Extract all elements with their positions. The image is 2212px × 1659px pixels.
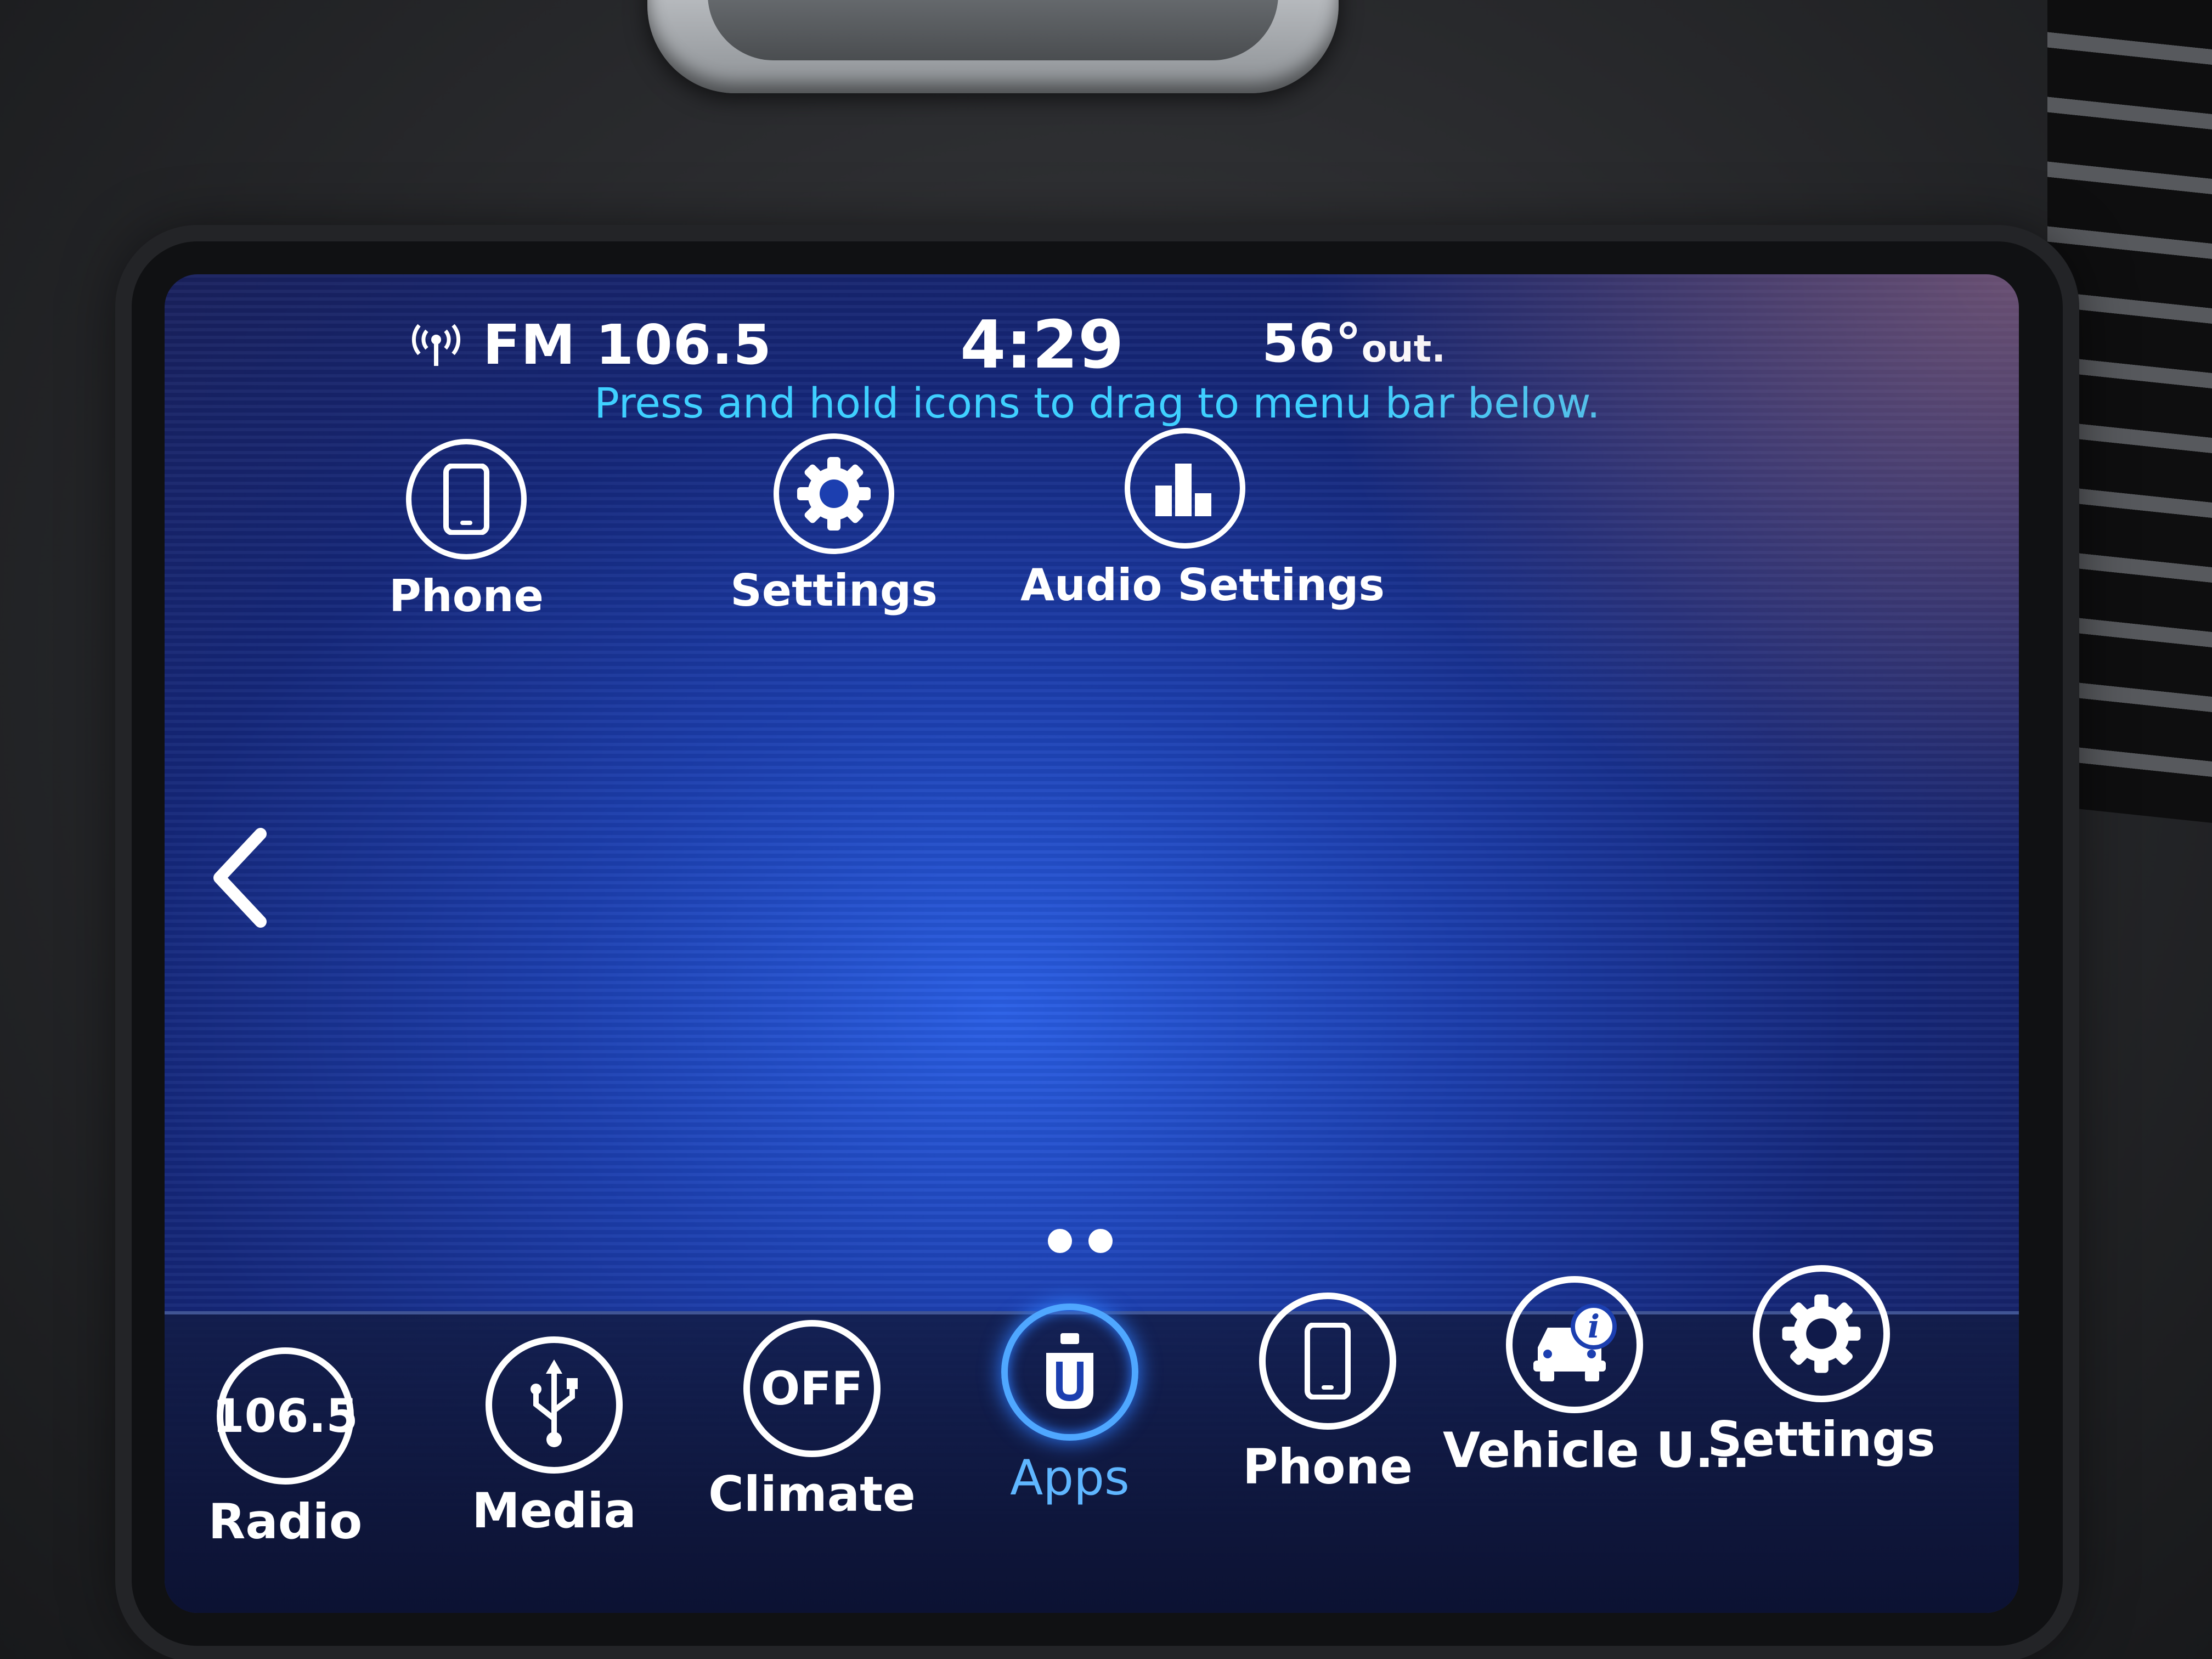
phone-icon <box>1259 1293 1396 1430</box>
antenna-icon <box>411 324 461 366</box>
menu-phone[interactable]: Phone <box>1196 1293 1459 1495</box>
menu-label: Climate <box>708 1466 916 1522</box>
menu-apps[interactable]: Apps <box>938 1304 1201 1506</box>
page-dot[interactable] <box>1088 1229 1113 1253</box>
menu-label: Media <box>472 1482 636 1539</box>
menu-label: Phone <box>1243 1438 1413 1495</box>
gear-icon <box>1753 1265 1890 1402</box>
menu-vehicle-info[interactable]: i Vehicle U... <box>1443 1276 1751 1479</box>
climate-icon: OFF <box>743 1320 881 1457</box>
radio-icon-text: 106.5 <box>212 1389 358 1443</box>
radio-icon: 106.5 <box>212 1347 358 1485</box>
air-vent <box>2047 0 2212 823</box>
menu-climate[interactable]: OFF Climate <box>680 1320 944 1522</box>
temperature-suffix: out. <box>1361 328 1446 371</box>
climate-icon-text: OFF <box>760 1362 864 1415</box>
vehicle-info-icon: i <box>1506 1276 1643 1413</box>
menu-label: Radio <box>208 1493 363 1550</box>
app-label: Settings <box>730 565 938 616</box>
infotainment-screen: FM 106.5 4:29 56°out. Press and hold ico… <box>165 274 2019 1613</box>
phone-icon <box>406 439 527 560</box>
app-audio-settings[interactable]: Audio Settings <box>1020 428 1385 611</box>
chevron-left-icon[interactable] <box>203 823 274 933</box>
app-label: Audio Settings <box>1020 560 1385 611</box>
menu-radio[interactable]: 106.5 Radio <box>165 1347 417 1550</box>
menu-bar: 106.5 Radio Media OFF Climate Apps Phone… <box>165 1265 2019 1613</box>
menu-label: Settings <box>1707 1411 1936 1468</box>
usb-icon <box>486 1336 623 1474</box>
radio-station-label: FM 106.5 <box>483 313 772 377</box>
menu-label: Vehicle U... <box>1443 1422 1751 1479</box>
dash-trim-inner <box>708 0 1278 60</box>
app-label: Phone <box>389 571 544 622</box>
menu-media[interactable]: Media <box>422 1336 686 1539</box>
gear-icon <box>774 433 894 554</box>
drag-hint: Press and hold icons to drag to menu bar… <box>594 379 1600 427</box>
audio-settings-icon <box>1125 428 1245 549</box>
clock: 4:29 <box>960 307 1124 383</box>
radio-status[interactable]: FM 106.5 <box>411 313 772 377</box>
apps-icon <box>1001 1304 1138 1441</box>
menu-settings[interactable]: Settings <box>1690 1265 1953 1468</box>
app-settings[interactable]: Settings <box>669 433 998 616</box>
page-indicator <box>1048 1229 1113 1253</box>
menu-label: Apps <box>1010 1449 1130 1506</box>
page-dot[interactable] <box>1048 1229 1072 1253</box>
app-phone[interactable]: Phone <box>302 439 631 622</box>
temperature-value: 56° <box>1262 313 1362 374</box>
outside-temperature: 56°out. <box>1262 313 1446 374</box>
status-bar: FM 106.5 4:29 56°out. <box>165 296 2019 390</box>
svg-text:i: i <box>1588 1308 1600 1345</box>
